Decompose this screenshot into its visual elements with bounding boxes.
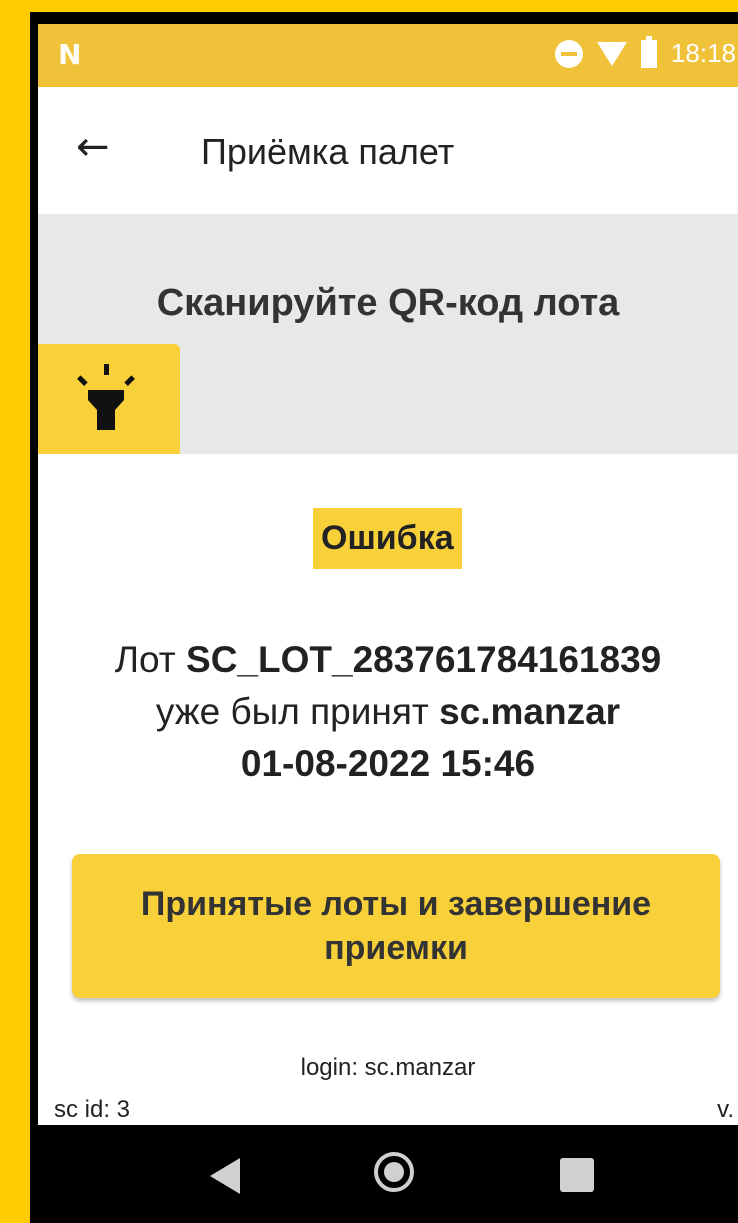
error-line-lot: Лот SC_LOT_283761784161839	[38, 634, 738, 686]
status-icons: 18:18	[554, 35, 736, 69]
navigation-bar	[38, 1125, 738, 1223]
sc-id-label: sc id: 3	[54, 1096, 131, 1123]
lot-prefix: Лот	[114, 639, 187, 680]
version-label: v.	[717, 1096, 734, 1123]
scanner-area: Сканируйте QR-код лота	[38, 214, 738, 454]
error-message: Лот SC_LOT_283761784161839 уже был приня…	[38, 634, 738, 790]
error-line-accepted: уже был принят sc.manzar	[38, 686, 738, 738]
error-badge: Ошибка	[313, 508, 462, 569]
accepted-text: уже был принят	[155, 691, 440, 732]
nav-home-icon[interactable]	[374, 1152, 414, 1192]
device-frame: N 18:18 ← Приёмка палет Сканируйте QR-ко…	[30, 12, 738, 1223]
do-not-disturb-icon	[554, 39, 583, 68]
nav-recents-icon[interactable]	[560, 1158, 594, 1192]
accepted-lots-button[interactable]: Принятые лоты и завершение приемки	[72, 854, 720, 998]
accepted-user: sc.manzar	[439, 691, 621, 732]
error-line-datetime: 01-08-2022 15:46	[38, 738, 738, 790]
status-bar: N 18:18	[38, 24, 738, 87]
page-title: Приёмка палет	[201, 131, 455, 172]
app-bar: ← Приёмка палет	[38, 87, 738, 214]
screen: N 18:18 ← Приёмка палет Сканируйте QR-ко…	[38, 24, 738, 1223]
nav-back-icon[interactable]	[210, 1158, 240, 1194]
wifi-icon	[596, 41, 627, 66]
scan-prompt: Сканируйте QR-код лота	[156, 282, 620, 324]
back-arrow-icon[interactable]: ←	[76, 127, 110, 167]
battery-icon	[640, 35, 657, 68]
flashlight-button[interactable]	[38, 344, 180, 454]
lot-id: SC_LOT_283761784161839	[186, 639, 662, 680]
notification-icon: N	[58, 38, 82, 71]
flashlight-icon	[77, 364, 135, 430]
login-label: login: sc.manzar	[300, 1054, 476, 1081]
accepted-datetime: 01-08-2022 15:46	[240, 743, 536, 784]
accepted-lots-button-label: Принятые лоты и завершение приемки	[140, 885, 652, 967]
status-time: 18:18	[670, 38, 736, 68]
